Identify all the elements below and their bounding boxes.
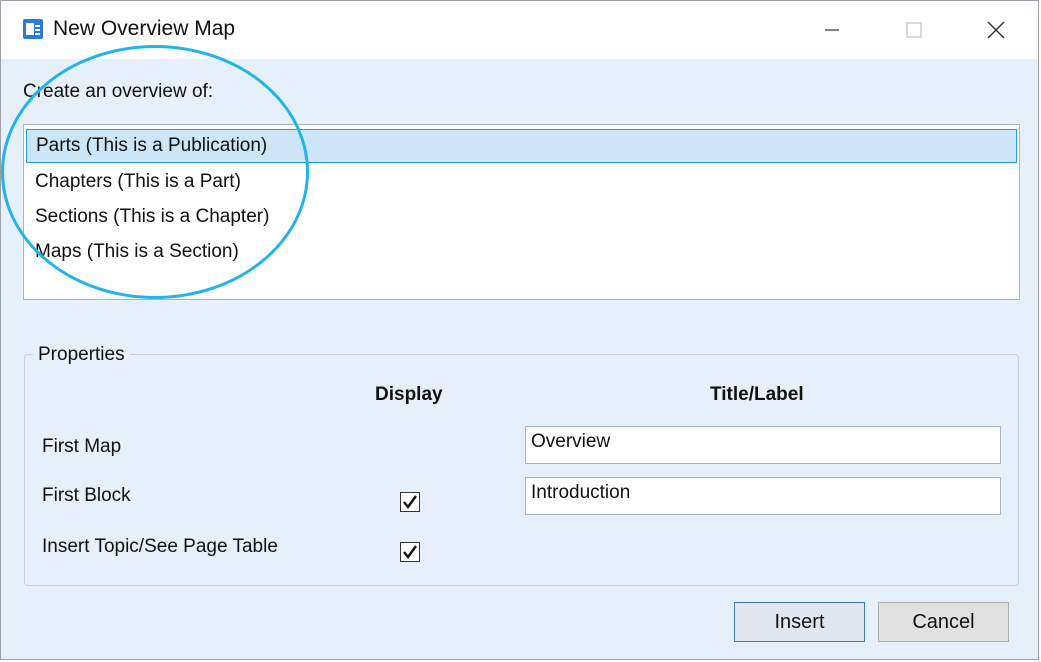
list-item-label: Maps (This is a Section) bbox=[35, 241, 239, 262]
insert-topic-table-label: Insert Topic/See Page Table bbox=[42, 536, 278, 557]
list-item-label: Sections (This is a Chapter) bbox=[35, 206, 270, 227]
minimize-icon bbox=[825, 29, 839, 31]
insert-topic-table-checkbox[interactable] bbox=[400, 542, 420, 562]
maximize-icon bbox=[906, 22, 922, 38]
window-title: New Overview Map bbox=[53, 17, 236, 40]
list-item-chapters[interactable]: Chapters (This is a Part) bbox=[26, 165, 1017, 199]
overview-listbox[interactable]: Parts (This is a Publication) Chapters (… bbox=[23, 124, 1020, 300]
overview-prompt-label: Create an overview of: bbox=[23, 81, 214, 102]
list-item-sections[interactable]: Sections (This is a Chapter) bbox=[26, 200, 1017, 234]
list-item-maps[interactable]: Maps (This is a Section) bbox=[26, 235, 1017, 269]
first-block-label: First Block bbox=[42, 485, 131, 506]
first-block-display-checkbox[interactable] bbox=[400, 492, 420, 512]
checkmark-icon bbox=[403, 495, 417, 509]
checkmark-icon bbox=[403, 545, 417, 559]
properties-group-label: Properties bbox=[33, 344, 130, 366]
minimize-button[interactable] bbox=[797, 1, 867, 59]
close-button[interactable] bbox=[961, 1, 1031, 59]
first-map-label: First Map bbox=[42, 436, 122, 457]
close-icon bbox=[987, 21, 1005, 39]
document-app-icon bbox=[23, 19, 43, 39]
first-block-title-input[interactable] bbox=[525, 477, 1001, 515]
title-bar[interactable]: New Overview Map bbox=[1, 1, 1038, 59]
display-column-header: Display bbox=[375, 384, 443, 405]
list-item-parts[interactable]: Parts (This is a Publication) bbox=[26, 129, 1017, 163]
first-map-title-input[interactable] bbox=[525, 426, 1001, 464]
list-item-label: Chapters (This is a Part) bbox=[35, 171, 241, 192]
dialog-window: New Overview Map Create an overview of: … bbox=[0, 0, 1039, 660]
list-item-label: Parts (This is a Publication) bbox=[36, 135, 268, 156]
cancel-button[interactable]: Cancel bbox=[878, 602, 1009, 642]
title-label-column-header: Title/Label bbox=[710, 384, 804, 405]
maximize-button bbox=[879, 1, 949, 59]
insert-button[interactable]: Insert bbox=[734, 602, 865, 642]
